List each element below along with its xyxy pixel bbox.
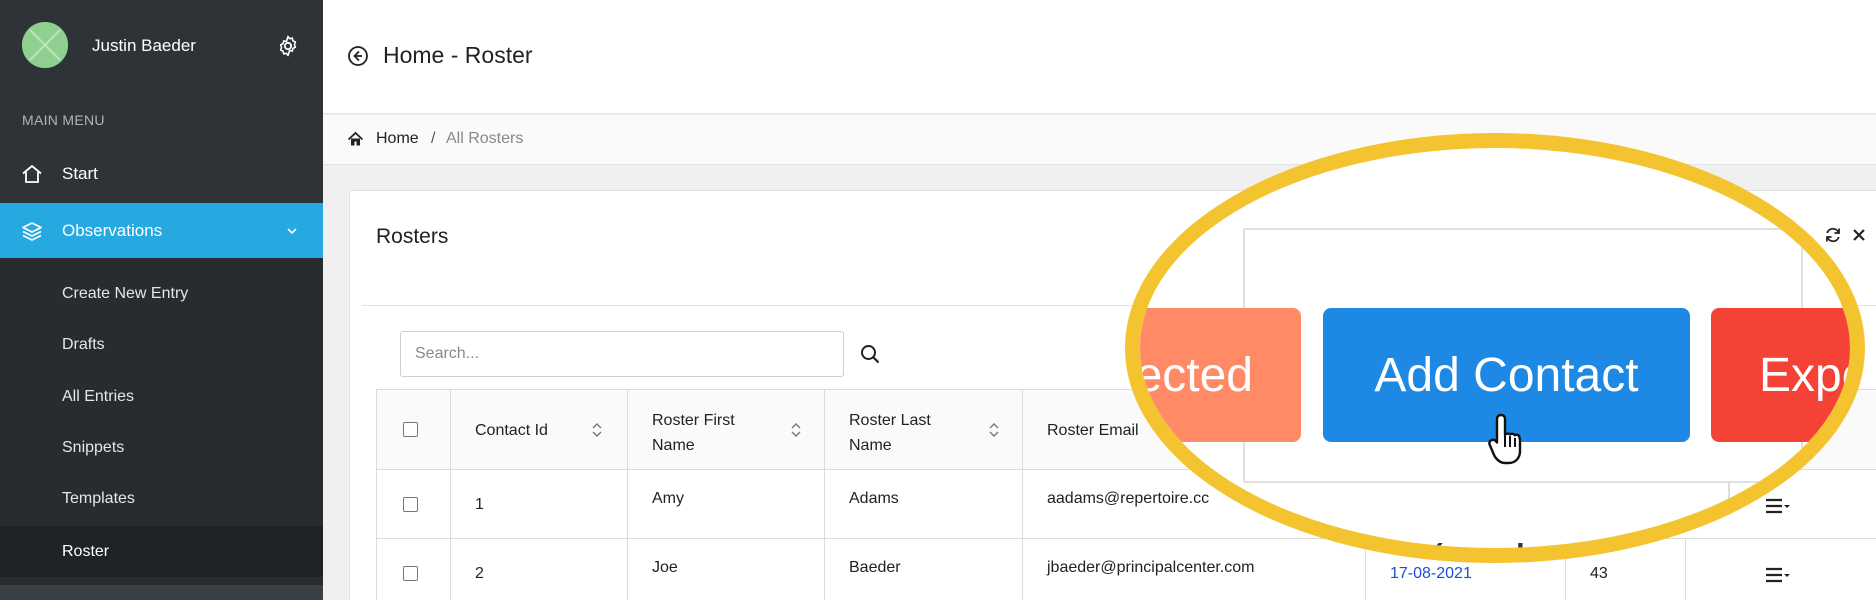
breadcrumb-separator: / bbox=[431, 130, 436, 147]
sidebar-item-label: Start bbox=[62, 163, 98, 183]
column-header-label: Roster Email bbox=[1047, 422, 1139, 439]
sidebar-item-observations[interactable]: Observations bbox=[0, 203, 323, 258]
home-icon bbox=[347, 131, 364, 146]
table-cell bbox=[1686, 539, 1876, 600]
sidebar-subitem-templates[interactable]: Templates bbox=[0, 474, 323, 524]
user-profile: Justin Baeder bbox=[0, 0, 323, 90]
count-value: 43 bbox=[1590, 565, 1608, 582]
table-row bbox=[376, 539, 451, 600]
main-menu-header: MAIN MENU bbox=[22, 112, 105, 128]
home-icon bbox=[22, 165, 42, 183]
date-link[interactable]: 17-08-2021 bbox=[1390, 565, 1472, 583]
chevron-down-icon bbox=[287, 228, 297, 235]
column-header-label: Roster Last Name bbox=[849, 412, 931, 454]
card-title: Rosters bbox=[376, 225, 449, 248]
sort-icon bbox=[592, 423, 602, 437]
table-cell: Adams bbox=[825, 470, 1023, 539]
breadcrumb-current: All Rosters bbox=[446, 130, 524, 147]
email-value: jbaeder@principalcenter.com bbox=[1047, 559, 1255, 576]
sort-icon bbox=[989, 423, 999, 437]
sidebar-item-start[interactable]: Start bbox=[0, 146, 323, 201]
back-arrow-icon[interactable] bbox=[347, 45, 369, 67]
sidebar-subitem-create-new-entry[interactable]: Create New Entry bbox=[0, 269, 323, 319]
row-checkbox[interactable] bbox=[403, 566, 418, 581]
subitem-label: Roster bbox=[62, 542, 110, 560]
row-menu-icon[interactable] bbox=[1765, 566, 1791, 584]
avatar[interactable] bbox=[22, 22, 68, 68]
page-header: Home - Roster bbox=[323, 0, 1876, 114]
row-checkbox[interactable] bbox=[403, 497, 418, 512]
contact-id-value: 2 bbox=[475, 565, 484, 582]
table-cell: Joe bbox=[628, 539, 825, 600]
subitem-label: Snippets bbox=[62, 439, 125, 456]
table-cell: jbaeder@principalcenter.com bbox=[1023, 539, 1366, 600]
sidebar-subitem-all-entries[interactable]: All Entries bbox=[0, 372, 323, 422]
table-row bbox=[376, 470, 451, 539]
button-label: ected bbox=[1135, 348, 1253, 402]
table-cell: Baeder bbox=[825, 539, 1023, 600]
subitem-label: Drafts bbox=[62, 336, 105, 353]
avatar-image-icon bbox=[22, 22, 68, 68]
search-input[interactable] bbox=[401, 332, 843, 376]
delete-selected-button[interactable]: ected bbox=[1135, 308, 1301, 442]
observations-submenu: Create New Entry Drafts All Entries Snip… bbox=[0, 258, 323, 600]
button-label: Add Contact bbox=[1374, 348, 1639, 402]
subitem-label: All Entries bbox=[62, 388, 135, 405]
export-button[interactable]: Expo bbox=[1711, 308, 1865, 442]
sidebar-footer bbox=[0, 585, 323, 600]
table-cell: 1 bbox=[451, 470, 628, 539]
contact-id-value: 1 bbox=[475, 496, 484, 513]
select-all-checkbox[interactable] bbox=[403, 422, 418, 437]
zoom-callout: ected Add Contact Expo (m-d bbox=[1125, 133, 1865, 563]
table-header-first-name[interactable]: Roster First Name bbox=[628, 389, 825, 470]
breadcrumb-home-link[interactable]: Home bbox=[376, 130, 419, 148]
table-cell: 2 bbox=[451, 539, 628, 600]
sidebar-subitem-snippets[interactable]: Snippets bbox=[0, 423, 323, 473]
zoomed-column-border bbox=[1728, 483, 1730, 543]
gear-icon[interactable] bbox=[276, 34, 300, 58]
subitem-label: Create New Entry bbox=[62, 285, 189, 302]
column-header-label: Roster First Name bbox=[652, 412, 735, 454]
last-name-value: Adams bbox=[849, 490, 899, 507]
table-header-select bbox=[376, 389, 451, 470]
layers-icon bbox=[22, 222, 42, 241]
column-header-label: Contact Id bbox=[475, 422, 548, 439]
table-header-last-name[interactable]: Roster Last Name bbox=[825, 389, 1023, 470]
search-button[interactable] bbox=[843, 332, 895, 376]
first-name-value: Joe bbox=[652, 559, 678, 576]
search-icon bbox=[860, 345, 879, 364]
subitem-label: Templates bbox=[62, 490, 135, 507]
button-label: Expo bbox=[1759, 348, 1865, 402]
sidebar-subitem-drafts[interactable]: Drafts bbox=[0, 320, 323, 370]
search-box bbox=[400, 331, 895, 377]
zoom-content: ected Add Contact Expo (m-d bbox=[1135, 148, 1865, 563]
first-name-value: Amy bbox=[652, 490, 684, 507]
sort-icon bbox=[791, 423, 801, 437]
close-icon[interactable] bbox=[1850, 226, 1868, 244]
table-cell: Amy bbox=[628, 470, 825, 539]
sidebar-item-label: Observations bbox=[62, 220, 163, 240]
hand-cursor-icon bbox=[1488, 413, 1522, 465]
table-header-contact-id[interactable]: Contact Id bbox=[451, 389, 628, 470]
page-title: Home - Roster bbox=[383, 42, 533, 68]
last-name-value: Baeder bbox=[849, 559, 901, 576]
sidebar: Justin Baeder MAIN MENU Start Observatio… bbox=[0, 0, 323, 600]
zoomed-partial-text: (m-d bbox=[1427, 536, 1526, 563]
sidebar-subitem-roster[interactable]: Roster bbox=[0, 526, 323, 577]
user-name: Justin Baeder bbox=[92, 36, 196, 55]
